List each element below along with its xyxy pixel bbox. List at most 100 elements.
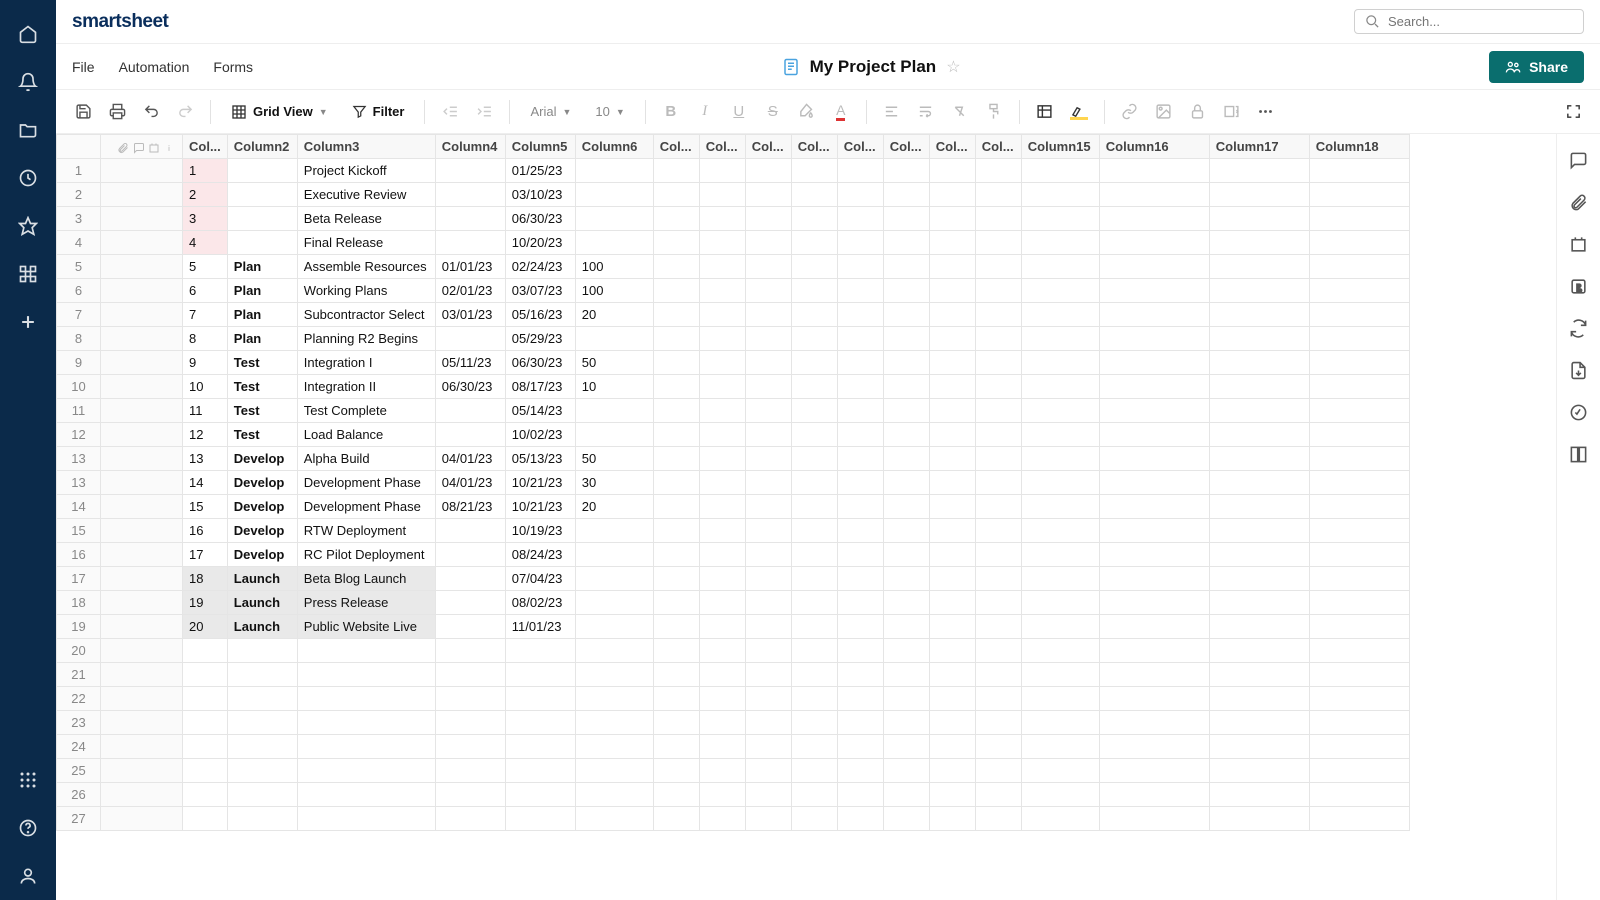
- cell[interactable]: [1209, 183, 1309, 207]
- cell[interactable]: 08/17/23: [505, 375, 575, 399]
- row-icons[interactable]: [101, 591, 183, 615]
- cell[interactable]: [975, 519, 1021, 543]
- cell[interactable]: [653, 783, 699, 807]
- cell[interactable]: [1021, 687, 1099, 711]
- cell[interactable]: [791, 543, 837, 567]
- cell[interactable]: 10: [183, 375, 228, 399]
- cell[interactable]: [791, 711, 837, 735]
- cell[interactable]: [745, 663, 791, 687]
- cell[interactable]: 20: [183, 615, 228, 639]
- column-header[interactable]: Column18: [1309, 135, 1409, 159]
- cell[interactable]: [183, 783, 228, 807]
- cell[interactable]: [883, 615, 929, 639]
- cell[interactable]: [653, 447, 699, 471]
- fullscreen-icon[interactable]: [1558, 97, 1588, 127]
- cell[interactable]: [745, 543, 791, 567]
- cell[interactable]: [227, 711, 297, 735]
- row-number[interactable]: 7: [57, 303, 101, 327]
- row-icons[interactable]: [101, 447, 183, 471]
- cell[interactable]: [1209, 615, 1309, 639]
- cell[interactable]: [975, 471, 1021, 495]
- cell[interactable]: 18: [183, 567, 228, 591]
- cell[interactable]: [653, 231, 699, 255]
- cell[interactable]: [653, 303, 699, 327]
- cell[interactable]: [1021, 639, 1099, 663]
- italic-icon[interactable]: I: [690, 97, 720, 127]
- cell[interactable]: [1021, 567, 1099, 591]
- highlight-icon[interactable]: [1064, 97, 1094, 127]
- column-header[interactable]: Column4: [435, 135, 505, 159]
- text-color-icon[interactable]: A: [826, 97, 856, 127]
- cell[interactable]: 10: [575, 375, 653, 399]
- cell[interactable]: [1021, 255, 1099, 279]
- cell[interactable]: [435, 207, 505, 231]
- cell[interactable]: [1099, 279, 1209, 303]
- cell[interactable]: [791, 567, 837, 591]
- column-header[interactable]: Col...: [183, 135, 228, 159]
- cell[interactable]: [653, 327, 699, 351]
- row-number[interactable]: 25: [57, 759, 101, 783]
- cell[interactable]: [837, 279, 883, 303]
- view-switcher[interactable]: Grid View ▼: [221, 100, 338, 124]
- cell[interactable]: [1021, 207, 1099, 231]
- cell[interactable]: [575, 327, 653, 351]
- cell[interactable]: [575, 399, 653, 423]
- cell[interactable]: [1209, 471, 1309, 495]
- cell[interactable]: [435, 759, 505, 783]
- cell[interactable]: [745, 375, 791, 399]
- cell[interactable]: 02/24/23: [505, 255, 575, 279]
- cell[interactable]: Beta Release: [297, 207, 435, 231]
- cell[interactable]: [975, 399, 1021, 423]
- cell[interactable]: [1209, 687, 1309, 711]
- cell[interactable]: [837, 375, 883, 399]
- cell[interactable]: [505, 687, 575, 711]
- cell[interactable]: [297, 807, 435, 831]
- cell[interactable]: [1209, 663, 1309, 687]
- cell[interactable]: [1021, 183, 1099, 207]
- cell[interactable]: [505, 711, 575, 735]
- cell[interactable]: 05/16/23: [505, 303, 575, 327]
- cell[interactable]: [883, 207, 929, 231]
- format-painter-icon[interactable]: [979, 97, 1009, 127]
- row-number[interactable]: 15: [57, 519, 101, 543]
- cell[interactable]: [653, 183, 699, 207]
- cell[interactable]: [699, 279, 745, 303]
- cell[interactable]: [1099, 735, 1209, 759]
- table-row[interactable]: 22: [57, 687, 1410, 711]
- cell[interactable]: Public Website Live: [297, 615, 435, 639]
- cell[interactable]: [699, 591, 745, 615]
- cell[interactable]: [1309, 591, 1409, 615]
- cell[interactable]: [1209, 567, 1309, 591]
- cell[interactable]: [1021, 663, 1099, 687]
- cell[interactable]: [745, 783, 791, 807]
- cell[interactable]: 8: [183, 327, 228, 351]
- cell[interactable]: [745, 807, 791, 831]
- cell[interactable]: [699, 543, 745, 567]
- cell[interactable]: [1209, 447, 1309, 471]
- strikethrough-icon[interactable]: S: [758, 97, 788, 127]
- column-header[interactable]: Col...: [791, 135, 837, 159]
- cell[interactable]: [745, 351, 791, 375]
- cell[interactable]: [1099, 471, 1209, 495]
- cell[interactable]: [1099, 423, 1209, 447]
- cell[interactable]: [1099, 711, 1209, 735]
- row-number[interactable]: 2: [57, 183, 101, 207]
- cell[interactable]: [837, 351, 883, 375]
- cell[interactable]: [297, 639, 435, 663]
- print-icon[interactable]: [102, 97, 132, 127]
- summary-icon[interactable]: [1565, 440, 1593, 468]
- cell[interactable]: [837, 711, 883, 735]
- row-number[interactable]: 4: [57, 231, 101, 255]
- clear-format-icon[interactable]: [945, 97, 975, 127]
- cell[interactable]: [929, 639, 975, 663]
- table-row[interactable]: 23: [57, 711, 1410, 735]
- link-icon[interactable]: [1115, 97, 1145, 127]
- cell[interactable]: Develop: [227, 447, 297, 471]
- cell[interactable]: 16: [183, 519, 228, 543]
- cell[interactable]: [1209, 495, 1309, 519]
- cell[interactable]: [1099, 543, 1209, 567]
- cell[interactable]: [745, 591, 791, 615]
- cell[interactable]: [1209, 759, 1309, 783]
- activity-log-icon[interactable]: [1565, 398, 1593, 426]
- cell[interactable]: Test: [227, 351, 297, 375]
